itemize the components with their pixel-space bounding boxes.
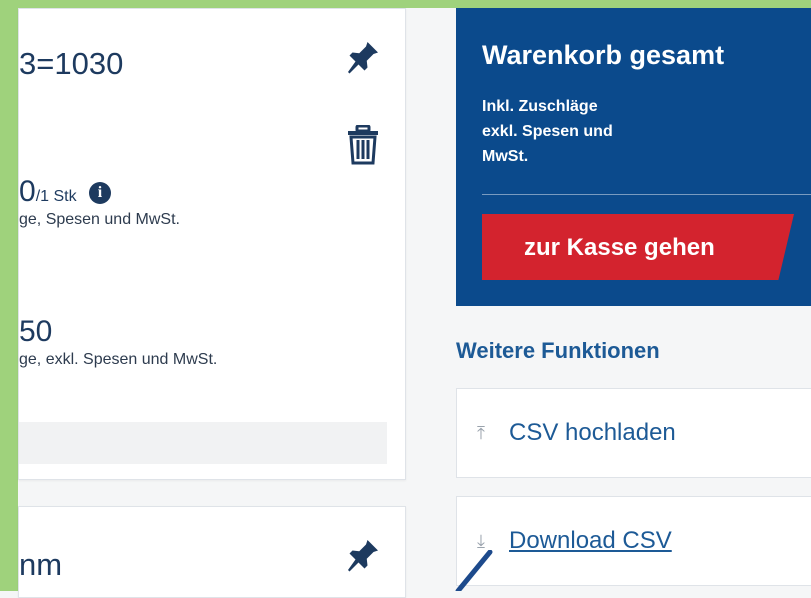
card-footer-bar [19, 422, 387, 464]
green-frame-left [0, 0, 18, 591]
unit-price-unit: /1 Stk [35, 188, 77, 205]
functions-title: Weitere Funktionen [456, 338, 660, 363]
download-icon: ⤓ [477, 531, 485, 551]
mouse-pointer-line [455, 550, 493, 591]
cart-summary: Warenkorb gesamt Inkl. Zuschläge exkl. S… [456, 8, 811, 306]
pin-icon[interactable] [345, 39, 381, 75]
article-title: 3=1030 [19, 46, 124, 81]
pin-icon[interactable] [345, 537, 381, 573]
cart-divider [482, 194, 811, 195]
second-article-title: nm [19, 547, 63, 582]
unit-price-value: 0 [19, 175, 36, 208]
cart-note-line: Inkl. Zuschläge [482, 98, 598, 115]
total-price-note: ge, exkl. Spesen und MwSt. [19, 351, 218, 368]
info-icon[interactable]: i [88, 182, 111, 204]
checkout-button-label: zur Kasse gehen [524, 234, 715, 261]
second-article-card: nm [18, 506, 406, 598]
cart-note-line: MwSt. [482, 148, 529, 165]
unit-price: 0/1 Stk i [19, 175, 111, 209]
cart-note-line: exkl. Spesen und [482, 123, 613, 140]
upload-icon: ⤒ [477, 423, 485, 443]
article-card: 3=1030 0/1 Stk i ge, Spesen und MwSt. 50… [18, 8, 406, 480]
green-frame-top [0, 0, 811, 8]
checkout-button[interactable]: zur Kasse gehen [482, 214, 794, 280]
cart-title: Warenkorb gesamt [482, 40, 725, 70]
csv-upload-button[interactable]: ⤒ CSV hochladen [456, 388, 811, 478]
trash-icon[interactable] [347, 124, 379, 165]
unit-price-note: ge, Spesen und MwSt. [19, 211, 180, 228]
cart-note: Inkl. Zuschläge exkl. Spesen und MwSt. [482, 94, 672, 169]
csv-upload-label: CSV hochladen [509, 419, 676, 446]
total-price: 50 [19, 315, 53, 348]
csv-download-link[interactable]: Download CSV [509, 527, 672, 555]
